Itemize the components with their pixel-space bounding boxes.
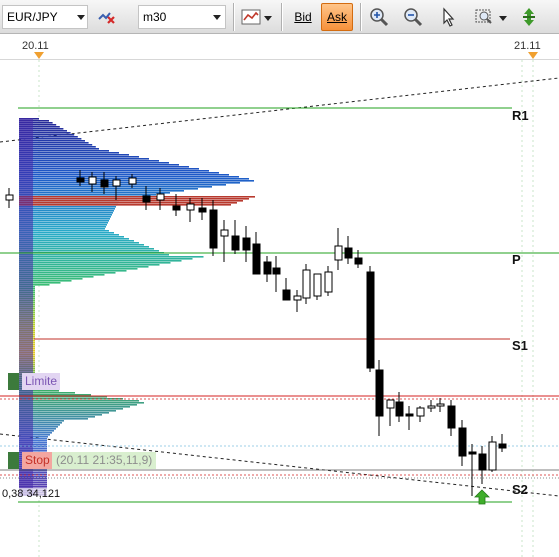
candle [416, 406, 425, 422]
candle [386, 399, 395, 426]
session-marker-left[interactable] [34, 52, 44, 59]
stop-order-handle[interactable] [8, 452, 19, 469]
candle [242, 226, 251, 262]
candle [427, 400, 436, 412]
candle [231, 220, 240, 254]
level-p-label: P [512, 252, 521, 267]
volume-profile [19, 118, 255, 496]
symbol-dropdown-icon[interactable] [77, 15, 85, 20]
ask-toggle[interactable]: Ask [321, 3, 353, 31]
autoscroll-icon[interactable] [516, 4, 542, 30]
chart-canvas [0, 60, 559, 557]
zoom-in-icon[interactable] [366, 4, 392, 30]
candle [302, 264, 311, 304]
candle [344, 236, 353, 264]
stop-order-label: Stop [22, 452, 53, 469]
volume-readout: 0,38 34,121 [0, 488, 63, 500]
candle [375, 360, 384, 436]
zoom-area-icon[interactable] [472, 4, 498, 30]
limit-order-label: Limite [22, 373, 61, 390]
candle [282, 278, 291, 301]
candle [272, 256, 281, 292]
chart-toolbar: EUR/JPY m30 Bid Ask [0, 0, 559, 34]
candle [209, 200, 218, 256]
indicator-off-icon[interactable] [94, 4, 120, 30]
candle [334, 228, 343, 270]
level-s1-label: S1 [512, 338, 528, 353]
candle [447, 400, 456, 436]
limit-order-handle[interactable] [8, 373, 19, 390]
session-marker-right[interactable] [528, 52, 538, 59]
candle [405, 406, 414, 430]
candle [220, 220, 229, 262]
cursor-icon[interactable] [436, 4, 462, 30]
candle [263, 256, 272, 282]
timeframe-value: m30 [143, 10, 167, 24]
chart-type-dropdown-icon[interactable] [264, 16, 272, 21]
candle [313, 273, 322, 300]
timeframe-dropdown-icon[interactable] [213, 15, 221, 20]
zoom-area-dropdown-icon[interactable] [499, 16, 507, 21]
level-s2-label: S2 [512, 482, 528, 497]
candle [436, 398, 445, 412]
stop-order-info: (20.11 21:35,11,9) [52, 452, 157, 469]
level-r1-label: R1 [512, 108, 529, 123]
candle [366, 266, 375, 372]
price-chart[interactable]: R1 P S1 S2 Limite Stop (20.11 21:35,11,9… [0, 60, 559, 557]
symbol-select[interactable]: EUR/JPY [2, 5, 88, 29]
stop-order-tag[interactable]: Stop [8, 452, 53, 469]
candle [5, 188, 14, 208]
candle [324, 266, 333, 296]
candle [488, 436, 497, 472]
limit-order-tag[interactable]: Limite [8, 373, 61, 390]
symbol-value: EUR/JPY [7, 10, 58, 24]
date-axis: 20.11 21.11 [0, 35, 559, 60]
bid-label: Bid [294, 10, 312, 24]
zoom-out-icon[interactable] [400, 4, 426, 30]
candle [252, 232, 261, 275]
bid-toggle[interactable]: Bid [288, 3, 318, 31]
candle [498, 434, 507, 452]
ask-label: Ask [327, 10, 348, 24]
candle [293, 290, 302, 312]
chart-type-icon[interactable] [238, 4, 264, 30]
candle [458, 420, 467, 466]
